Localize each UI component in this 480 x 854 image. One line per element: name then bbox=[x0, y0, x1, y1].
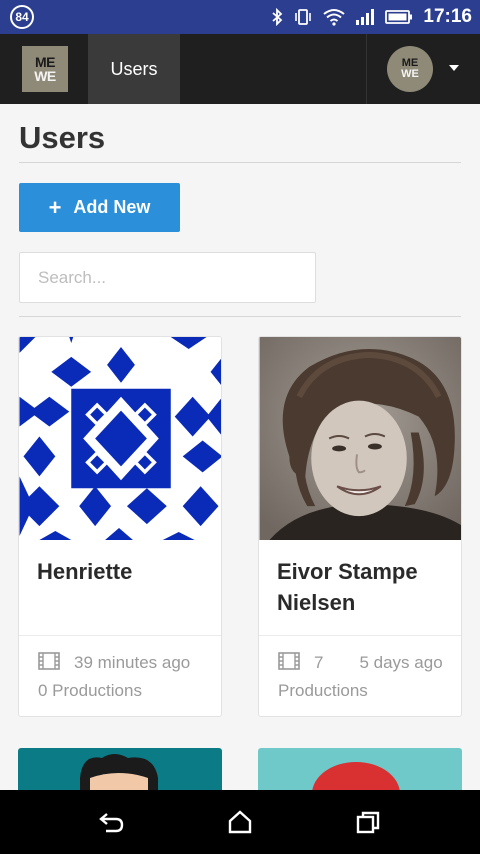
add-new-label: Add New bbox=[73, 197, 151, 217]
card-footer: 7 5 days ago Productions bbox=[259, 635, 461, 716]
search-input[interactable] bbox=[19, 252, 316, 303]
logo-text-bottom: WE bbox=[34, 68, 56, 84]
notification-badge: 84 bbox=[10, 5, 34, 29]
account-menu[interactable]: ME WE bbox=[366, 34, 480, 104]
clock: 17:16 bbox=[423, 6, 472, 27]
chevron-down-icon[interactable] bbox=[449, 65, 459, 71]
user-name[interactable]: Eivor Stampe Nielsen bbox=[277, 556, 453, 618]
user-card[interactable]: Eivor Stampe Nielsen 7 5 days ago Product… bbox=[258, 336, 462, 717]
signal-icon bbox=[355, 8, 375, 26]
app-logo[interactable]: ME WE bbox=[22, 46, 68, 92]
bluetooth-icon bbox=[271, 8, 283, 26]
productions-count: 7 bbox=[314, 653, 324, 672]
user-avatar-illustration bbox=[312, 762, 400, 790]
main-content: Users + Add New Search... Henriette 39 m… bbox=[0, 104, 480, 790]
logo-text-top: ME bbox=[35, 54, 56, 70]
user-photo bbox=[259, 337, 461, 540]
user-card[interactable] bbox=[258, 748, 462, 790]
search-divider bbox=[19, 316, 461, 317]
page-title: Users bbox=[19, 120, 106, 155]
status-icons: 17:16 bbox=[271, 0, 472, 34]
user-avatar-illustration bbox=[80, 754, 158, 790]
back-icon[interactable] bbox=[98, 810, 126, 839]
card-footer: 39 minutes ago 0 Productions bbox=[19, 635, 221, 716]
avatar[interactable]: ME WE bbox=[387, 46, 433, 92]
productions-label: Productions bbox=[278, 681, 368, 700]
user-image-pattern bbox=[19, 337, 221, 540]
battery-icon bbox=[385, 8, 413, 26]
film-icon bbox=[278, 652, 300, 678]
user-meta: 39 minutes ago 0 Productions bbox=[38, 650, 218, 704]
recents-icon[interactable] bbox=[355, 810, 381, 839]
user-name[interactable]: Henriette bbox=[37, 556, 213, 587]
title-divider bbox=[19, 162, 461, 163]
nav-tab-users[interactable]: Users bbox=[88, 34, 180, 104]
app-header: ME WE Users ME WE bbox=[0, 34, 480, 104]
avatar-text-bottom: WE bbox=[401, 68, 419, 80]
updated-time: 5 days ago bbox=[359, 653, 443, 672]
productions-label: 0 Productions bbox=[38, 681, 142, 700]
user-meta: 7 5 days ago Productions bbox=[278, 650, 458, 704]
wifi-icon bbox=[323, 8, 346, 26]
user-card[interactable]: Henriette 39 minutes ago 0 Productions bbox=[18, 336, 222, 717]
updated-time: 39 minutes ago bbox=[74, 653, 191, 672]
navigation-bar bbox=[0, 790, 480, 854]
status-bar: 84 17:16 bbox=[0, 0, 480, 34]
vibrate-icon bbox=[293, 8, 313, 26]
plus-icon: + bbox=[48, 194, 62, 220]
home-icon[interactable] bbox=[227, 810, 253, 839]
user-card[interactable] bbox=[18, 748, 222, 790]
add-new-button[interactable]: + Add New bbox=[19, 183, 180, 232]
film-icon bbox=[38, 652, 60, 678]
